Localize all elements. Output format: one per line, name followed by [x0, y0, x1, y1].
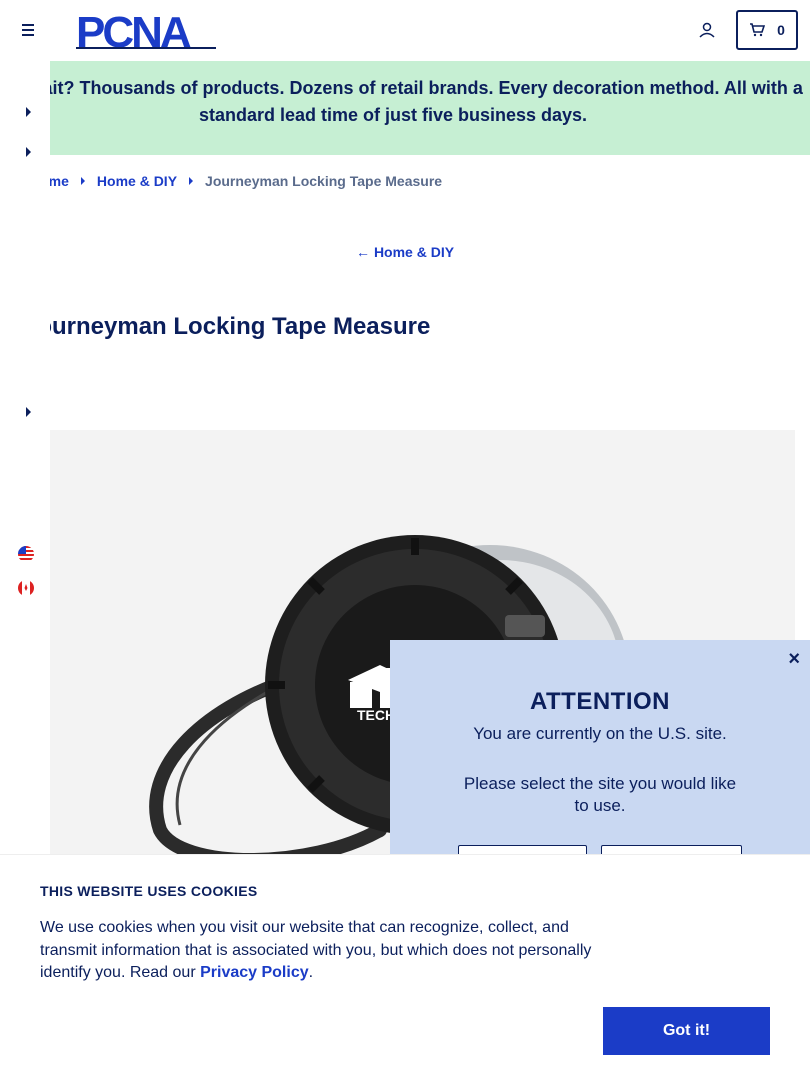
rail-caret-icon[interactable] [26, 107, 31, 117]
cookie-banner: THIS WEBSITE USES COOKIES We use cookies… [0, 854, 810, 1080]
cookie-body-text: We use cookies when you visit our websit… [40, 919, 592, 981]
privacy-policy-link[interactable]: Privacy Policy [200, 964, 309, 981]
cart-button[interactable]: 0 [736, 10, 798, 50]
close-icon[interactable]: × [788, 648, 800, 671]
rail-caret-icon[interactable] [26, 147, 31, 157]
breadcrumb-current: Journeyman Locking Tape Measure [205, 173, 443, 189]
modal-title: ATTENTION [529, 688, 671, 715]
cookie-title: THIS WEBSITE USES COOKIES [40, 883, 258, 899]
arrow-left-icon: ← [355, 244, 370, 260]
accept-cookies-button[interactable]: Got it! [603, 1007, 770, 1055]
breadcrumb-separator-icon [189, 177, 194, 185]
pcna-logo[interactable]: PCNA [76, 11, 226, 51]
product-title: Journeyman Locking Tape Measure [24, 313, 431, 340]
promo-banner-text: Why Wait? Thousands of products. Dozens … [0, 78, 803, 125]
account-icon[interactable] [697, 20, 717, 40]
back-to-category-link[interactable]: ← Home & DIY [0, 244, 810, 260]
back-link-label: Home & DIY [373, 244, 455, 260]
cookie-text: We use cookies when you visit our websit… [40, 917, 605, 985]
breadcrumb: Home Home & DIY Journeyman Locking Tape … [30, 172, 442, 190]
modal-select-site-text: Please select the site you would like to… [463, 774, 737, 815]
modal-current-site-text: You are currently on the U.S. site. [473, 724, 727, 743]
cart-icon [750, 23, 766, 37]
site-header: PCNA 0 [0, 0, 810, 61]
canada-flag-icon[interactable] [18, 580, 34, 596]
hamburger-menu-icon[interactable] [16, 20, 40, 40]
breadcrumb-category-link[interactable]: Home & DIY [97, 173, 177, 189]
promo-banner: Why Wait? Thousands of products. Dozens … [0, 61, 810, 155]
rail-caret-icon[interactable] [26, 407, 31, 417]
cart-count: 0 [777, 22, 785, 38]
us-flag-icon[interactable] [18, 546, 34, 562]
logo-text: PCNA [76, 11, 191, 51]
breadcrumb-separator-icon [80, 177, 85, 185]
cookie-text-end: . [308, 964, 314, 981]
